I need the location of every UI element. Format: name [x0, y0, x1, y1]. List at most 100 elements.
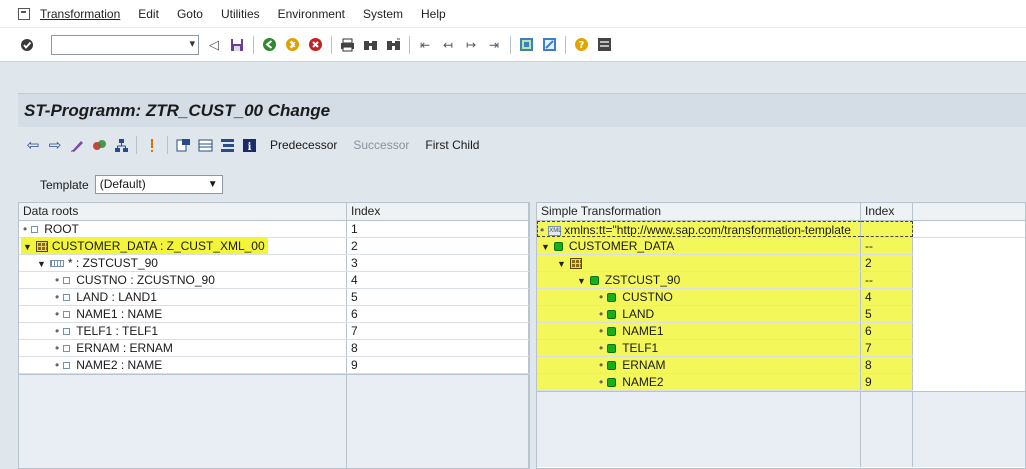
toolbar-separator: [253, 35, 254, 54]
activate-icon[interactable]: [90, 136, 108, 154]
help-icon[interactable]: ?: [572, 36, 590, 54]
menu-goto[interactable]: Goto: [177, 7, 203, 21]
menu-edit[interactable]: Edit: [138, 7, 159, 21]
display-change-icon[interactable]: [68, 136, 86, 154]
page-title: ST-Programm: ZTR_CUST_00 Change: [24, 100, 331, 120]
table-view-icon[interactable]: [196, 136, 214, 154]
info-icon[interactable]: i: [240, 136, 258, 154]
green-node-icon: [607, 293, 617, 303]
cancel-icon[interactable]: [306, 36, 324, 54]
tree-cell-label: • NAME1 : NAME: [19, 306, 347, 322]
node-label: * : ZSTCUST_90: [67, 256, 158, 270]
node-label: ERNAM : ERNAM: [76, 341, 173, 355]
bullet-icon: •: [55, 307, 60, 321]
simple-transformation-header: Simple Transformation Index: [537, 203, 1025, 221]
tree-row[interactable]: • NAME2 : NAME 9: [19, 357, 529, 374]
exit-icon[interactable]: [283, 36, 301, 54]
tree-cell-index: 5: [347, 289, 529, 305]
back-icon[interactable]: ◁: [205, 36, 223, 54]
column-header-simple-transformation[interactable]: Simple Transformation: [537, 203, 861, 220]
chevron-down-icon[interactable]: ▼: [208, 176, 218, 193]
bullet-icon: •: [55, 324, 60, 338]
enter-icon[interactable]: [18, 36, 36, 54]
save-icon[interactable]: [228, 36, 246, 54]
tree-row[interactable]: • LAND : LAND1 5: [19, 289, 529, 306]
expand-icon[interactable]: ▼: [541, 242, 550, 252]
next-page-icon[interactable]: ↦: [462, 36, 480, 54]
field-icon: [63, 362, 71, 370]
tree-cell-index: 2: [861, 255, 913, 271]
tree-row[interactable]: ▼ CUSTOMER_DATA : Z_CUST_XML_00 2: [19, 238, 529, 255]
column-header-data-roots[interactable]: Data roots: [19, 203, 347, 220]
expand-icon[interactable]: ▼: [577, 276, 586, 286]
tree-row[interactable]: • NAME1 : NAME 6: [19, 306, 529, 323]
menu-help[interactable]: Help: [421, 7, 446, 21]
tree-row[interactable]: • LAND 5: [537, 306, 913, 323]
bullet-icon: •: [599, 341, 604, 355]
tree-cell-index: [861, 221, 913, 237]
menu-system[interactable]: System: [363, 7, 403, 21]
where-used-icon[interactable]: [143, 136, 161, 154]
tree-row[interactable]: ▼ 2: [537, 255, 913, 272]
data-roots-tree: Data roots Index • ROOT 1 ▼ CUSTOMER_DATA …: [18, 202, 530, 469]
column-header-index[interactable]: Index: [347, 203, 529, 220]
shortcut-icon[interactable]: [540, 36, 558, 54]
tree-empty-area: [537, 391, 1025, 467]
back-arrow-icon[interactable]: ⇦: [24, 136, 42, 154]
hierarchy-icon[interactable]: [112, 136, 130, 154]
create-session-icon[interactable]: [517, 36, 535, 54]
chevron-down-icon[interactable]: ▾: [189, 37, 195, 50]
simple-transformation-tree: Simple Transformation Index • XML xmlns:tt…: [536, 202, 1026, 469]
tree-row[interactable]: • ERNAM : ERNAM 8: [19, 340, 529, 357]
menu-utilities[interactable]: Utilities: [221, 7, 260, 21]
insert-icon[interactable]: [174, 136, 192, 154]
tree-row[interactable]: • XML xmlns:tt="http://www.sap.com/transfo…: [537, 221, 1025, 238]
first-child-button[interactable]: First Child: [425, 138, 479, 152]
toolbar-separator: [565, 35, 566, 54]
expand-icon[interactable]: ▼: [23, 242, 32, 252]
tree-row[interactable]: • TELF1 7: [537, 340, 913, 357]
svg-text:i: i: [247, 142, 251, 153]
tree-row[interactable]: • NAME1 6: [537, 323, 913, 340]
tree-row[interactable]: • ERNAM 8: [537, 357, 913, 374]
tree-row[interactable]: ▼ ZSTCUST_90 --: [537, 272, 913, 289]
bullet-icon: •: [599, 324, 604, 338]
tree-row[interactable]: ▼ CUSTOMER_DATA --: [537, 238, 913, 255]
tree-cell-index: 6: [347, 306, 529, 322]
tree-row[interactable]: • CUSTNO : ZCUSTNO_90 4: [19, 272, 529, 289]
tree-cell-index: --: [861, 238, 913, 254]
menu-environment[interactable]: Environment: [278, 7, 345, 21]
tree-row[interactable]: • ROOT 1: [19, 221, 529, 238]
menu-icon[interactable]: [18, 7, 30, 20]
expand-icon[interactable]: ▼: [557, 259, 566, 269]
tree-row[interactable]: • NAME2 9: [537, 374, 913, 391]
green-node-icon: [607, 327, 617, 337]
successor-button[interactable]: Successor: [353, 138, 409, 152]
previous-page-icon[interactable]: ↤: [439, 36, 457, 54]
tree-cell-index: 7: [861, 340, 913, 356]
column-header-index[interactable]: Index: [861, 203, 913, 220]
back-green-icon[interactable]: [260, 36, 278, 54]
table-icon: [35, 241, 48, 253]
tree-row[interactable]: • TELF1 : TELF1 7: [19, 323, 529, 340]
expand-icon[interactable]: ▼: [37, 259, 46, 269]
template-select[interactable]: (Default) ▼: [94, 175, 223, 194]
predecessor-button[interactable]: Predecessor: [270, 138, 337, 152]
layout-icon[interactable]: [595, 36, 613, 54]
command-input[interactable]: [52, 35, 180, 54]
last-page-icon[interactable]: ⇥: [485, 36, 503, 54]
node-label: LAND : LAND1: [76, 290, 157, 304]
field-icon: [63, 311, 71, 319]
first-page-icon[interactable]: ⇤: [416, 36, 434, 54]
tree-row[interactable]: • CUSTNO 4: [537, 289, 913, 306]
find-icon[interactable]: [361, 36, 379, 54]
structure-icon[interactable]: [218, 136, 236, 154]
template-label: Template: [40, 177, 89, 192]
tree-row[interactable]: ▼ * : ZSTCUST_90 3: [19, 255, 529, 272]
menu-transformation[interactable]: Transformation: [40, 7, 120, 21]
find-next-icon[interactable]: [384, 36, 402, 54]
print-icon[interactable]: [338, 36, 356, 54]
command-field[interactable]: ▾: [51, 34, 199, 55]
forward-arrow-icon[interactable]: ⇨: [46, 136, 64, 154]
node-label: ROOT: [44, 222, 79, 236]
